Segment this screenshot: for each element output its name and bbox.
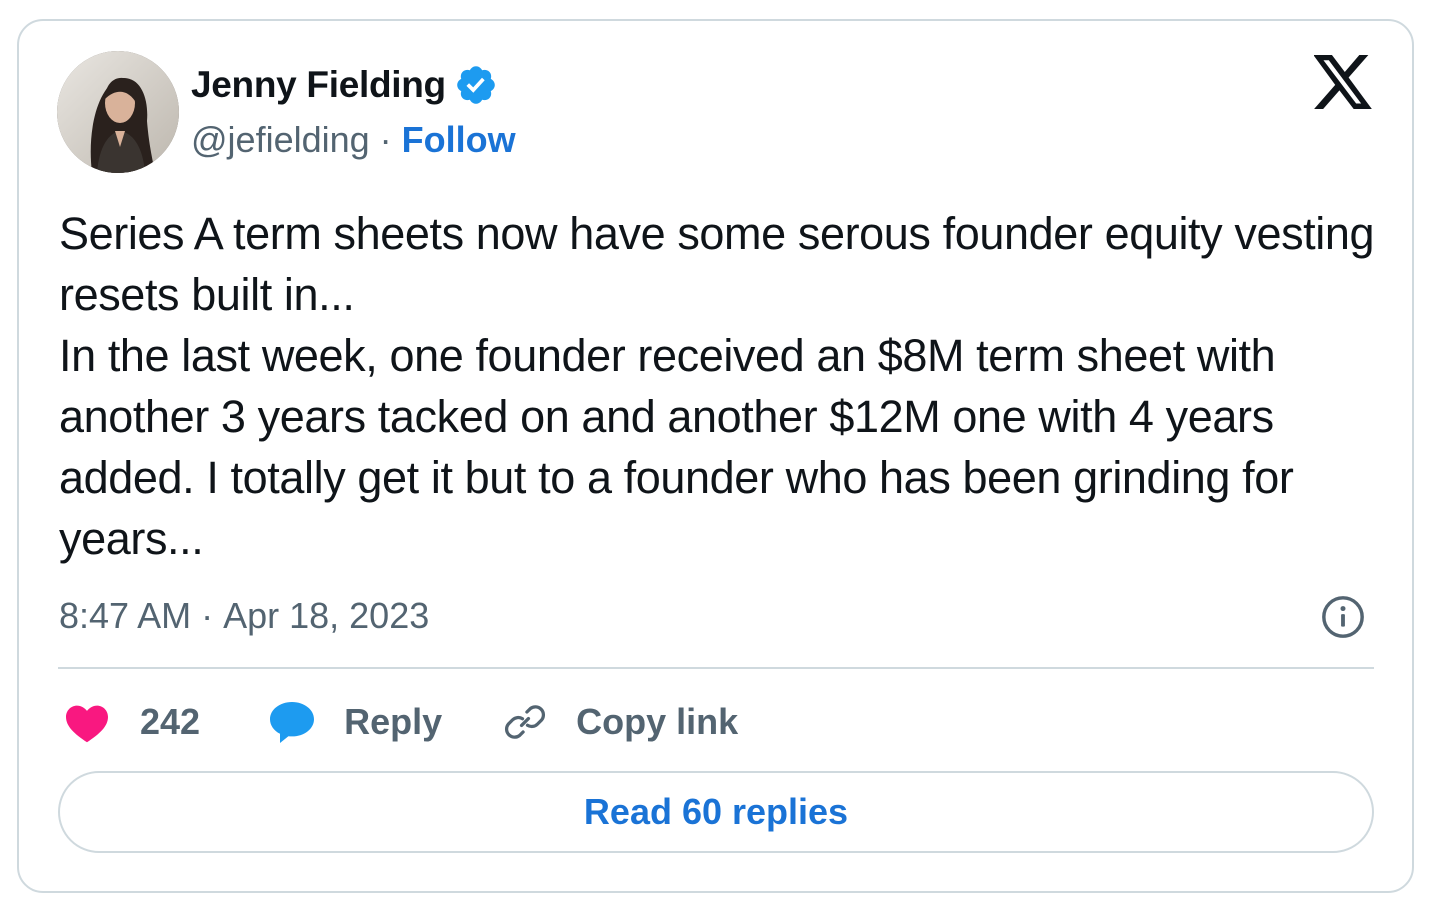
author-name[interactable]: Jenny Fielding xyxy=(191,64,446,106)
follow-button[interactable]: Follow xyxy=(402,119,516,161)
reply-label: Reply xyxy=(344,701,443,742)
like-button[interactable]: 242 xyxy=(64,701,200,743)
author-name-row: Jenny Fielding xyxy=(191,60,498,110)
avatar-photo xyxy=(57,51,179,173)
reply-button[interactable]: Reply xyxy=(268,699,442,745)
verified-badge-icon xyxy=(454,63,498,107)
tweet-time[interactable]: 8:47 AM xyxy=(59,595,191,637)
tweet-text: Series A term sheets now have some serou… xyxy=(59,208,1375,564)
action-bar: 242 Reply Copy link xyxy=(64,692,738,752)
speech-bubble-icon xyxy=(268,699,316,745)
tweet-meta: 8:47 AM · Apr 18, 2023 xyxy=(59,590,429,642)
link-icon xyxy=(502,699,548,745)
handle-separator: · xyxy=(379,119,392,160)
tweet-date[interactable]: Apr 18, 2023 xyxy=(223,595,429,637)
like-count: 242 xyxy=(140,701,201,742)
copy-link-label: Copy link xyxy=(576,701,739,742)
meta-separator: · xyxy=(201,595,214,636)
copy-link-button[interactable]: Copy link xyxy=(502,699,738,745)
heart-icon xyxy=(64,701,110,743)
author-handle[interactable]: @jefielding xyxy=(191,119,370,161)
read-replies-button[interactable]: Read 60 replies xyxy=(58,771,1374,853)
author-handle-row: @jefielding · Follow xyxy=(191,115,516,165)
divider xyxy=(58,667,1374,669)
read-replies-label: Read 60 replies xyxy=(583,791,849,832)
avatar[interactable] xyxy=(57,51,179,173)
info-icon[interactable] xyxy=(1320,594,1366,640)
x-logo-icon[interactable] xyxy=(1313,55,1374,109)
